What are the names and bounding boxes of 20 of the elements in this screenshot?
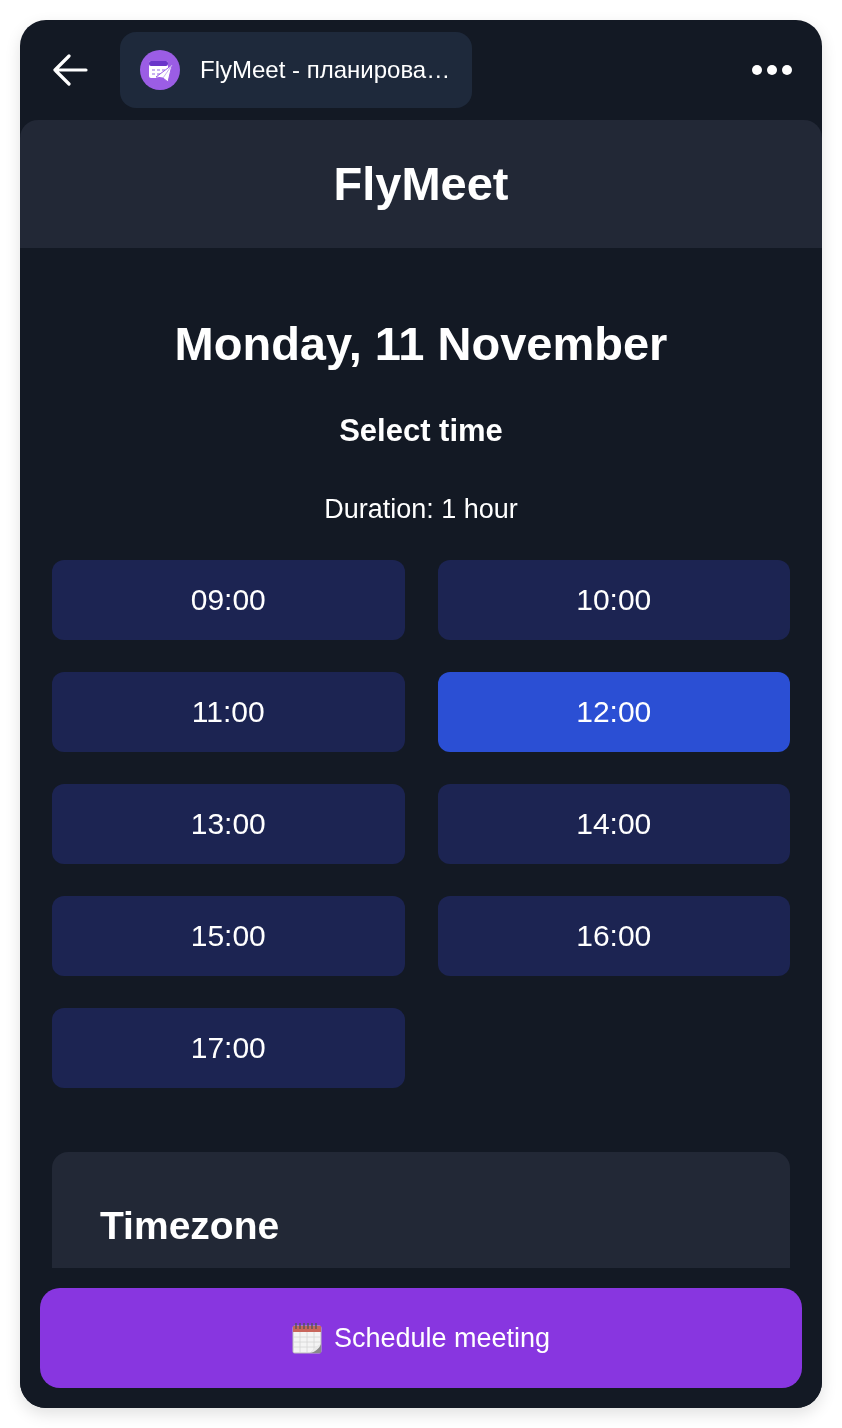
- date-heading: Monday, 11 November: [173, 316, 669, 372]
- time-slot-button[interactable]: 11:00: [52, 672, 405, 752]
- time-slot-button[interactable]: 17:00: [52, 1008, 405, 1088]
- duration-text: Duration: 1 hour: [323, 493, 519, 525]
- schedule-meeting-button[interactable]: Schedule meeting: [40, 1288, 802, 1388]
- time-slot-button[interactable]: 09:00: [52, 560, 405, 640]
- page-title-chip[interactable]: FlyMeet - планирова…: [120, 32, 473, 108]
- time-slot-button[interactable]: 10:00: [437, 560, 790, 640]
- section-title: Select time: [338, 412, 504, 449]
- app-title: FlyMeet: [333, 155, 509, 212]
- time-slot-button[interactable]: 14:00: [437, 784, 790, 864]
- more-icon[interactable]: [752, 65, 792, 75]
- app-logo-icon: [140, 50, 180, 90]
- time-slot-button[interactable]: 12:00: [437, 672, 790, 752]
- calendar-icon: [291, 1322, 322, 1354]
- time-slot-button[interactable]: 16:00: [437, 896, 790, 976]
- time-slot-button[interactable]: 15:00: [52, 896, 405, 976]
- back-icon[interactable]: [52, 54, 88, 86]
- time-slot-button[interactable]: 13:00: [52, 784, 405, 864]
- timezone-title: Timezone: [100, 1203, 281, 1249]
